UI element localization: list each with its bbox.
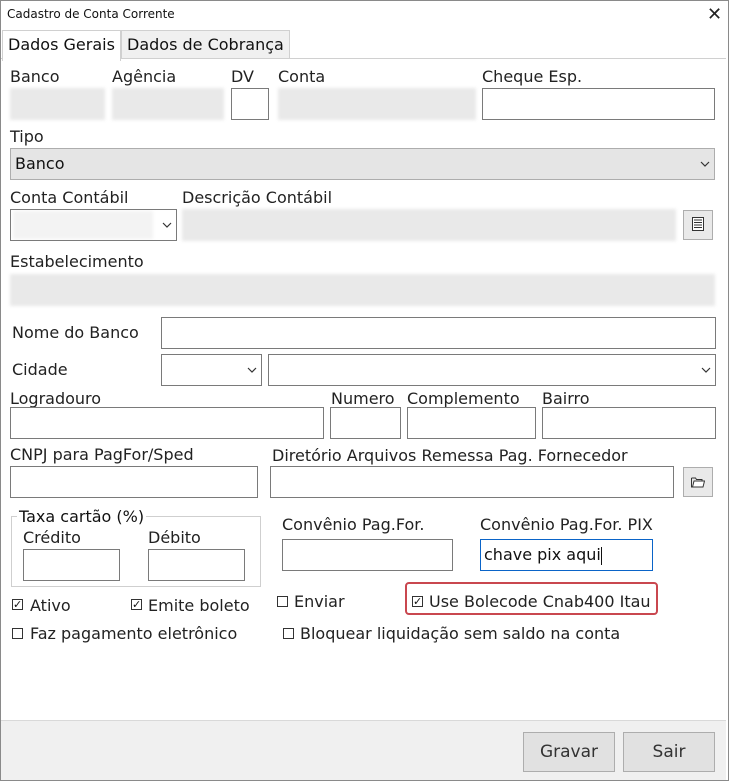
dv-field[interactable] — [231, 88, 269, 120]
label-convenio-pix: Convênio Pag.For. PIX — [480, 515, 653, 534]
logradouro-field[interactable] — [10, 407, 324, 439]
cnpj-field[interactable] — [10, 466, 258, 498]
label-conta-contabil: Conta Contábil — [10, 188, 129, 207]
uf-select[interactable] — [161, 354, 262, 386]
bloquear-label: Bloquear liquidação sem saldo na conta — [300, 624, 621, 643]
label-cheque-esp: Cheque Esp. — [482, 67, 583, 86]
banco-field[interactable] — [10, 88, 105, 120]
label-debito: Débito — [148, 528, 201, 547]
chevron-down-icon — [696, 149, 714, 179]
window-title: Cadastro de Conta Corrente — [7, 7, 175, 21]
label-dv: DV — [231, 67, 254, 86]
chevron-down-icon — [697, 355, 715, 385]
text-cursor — [600, 546, 602, 565]
taxa-cartao-title: Taxa cartão (%) — [17, 507, 147, 526]
nome-banco-field[interactable] — [161, 317, 716, 349]
cidade-select[interactable] — [268, 354, 716, 386]
conta-field[interactable] — [278, 88, 476, 120]
tab-dados-gerais[interactable]: Dados Gerais — [2, 30, 121, 61]
label-agencia: Agência — [112, 67, 177, 86]
conta-contabil-select[interactable] — [10, 209, 177, 241]
bolecode-label: Use Bolecode Cnab400 Itau — [429, 592, 651, 611]
tab-dados-cobranca[interactable]: Dados de Cobrança — [121, 30, 290, 59]
ativo-checkbox[interactable]: ✓ — [12, 599, 23, 610]
label-logradouro: Logradouro — [10, 389, 102, 408]
diretorio-field[interactable] — [270, 466, 674, 498]
browse-folder-button[interactable] — [683, 467, 713, 497]
tipo-select[interactable]: Banco — [10, 148, 715, 180]
title-bar: Cadastro de Conta Corrente ✕ — [1, 1, 728, 29]
label-estabelecimento: Estabelecimento — [10, 252, 144, 271]
enviar-checkbox[interactable] — [277, 596, 288, 607]
conta-contabil-value-blurred — [13, 211, 153, 239]
convenio-pix-value: chave pix aqui — [484, 545, 601, 564]
faz-pagamento-checkbox[interactable] — [12, 628, 23, 639]
ativo-label: Ativo — [30, 596, 71, 615]
list-icon — [692, 216, 704, 235]
descricao-contabil-field — [182, 209, 676, 241]
bolecode-checkbox[interactable]: ✓ — [412, 596, 423, 607]
faz-pagamento-label: Faz pagamento eletrônico — [30, 624, 238, 643]
chevron-down-icon — [243, 355, 261, 385]
emite-boleto-label: Emite boleto — [148, 596, 250, 615]
label-convenio-pagfor: Convênio Pag.For. — [282, 515, 425, 534]
label-conta: Conta — [278, 67, 326, 86]
cheque-esp-field[interactable] — [482, 88, 715, 120]
folder-icon — [691, 473, 706, 492]
label-numero: Numero — [331, 389, 395, 408]
list-lookup-button[interactable] — [683, 210, 713, 240]
enviar-label: Enviar — [294, 592, 345, 611]
label-diretorio: Diretório Arquivos Remessa Pag. Forneced… — [272, 446, 628, 465]
numero-field[interactable] — [330, 407, 401, 439]
footer-bar — [1, 720, 726, 780]
label-banco: Banco — [10, 67, 60, 86]
complemento-field[interactable] — [407, 407, 536, 439]
gravar-button[interactable]: Gravar — [523, 732, 615, 772]
debito-field[interactable] — [148, 549, 245, 581]
label-nome-banco: Nome do Banco — [12, 323, 139, 342]
bairro-field[interactable] — [542, 407, 716, 439]
label-tipo: Tipo — [10, 127, 44, 146]
chevron-down-icon — [158, 210, 176, 240]
credito-field[interactable] — [23, 549, 120, 581]
tipo-value: Banco — [15, 154, 65, 173]
label-cidade: Cidade — [12, 360, 68, 379]
label-descricao-contabil: Descrição Contábil — [182, 188, 333, 207]
label-credito: Crédito — [23, 528, 81, 547]
label-bairro: Bairro — [542, 389, 590, 408]
bloquear-checkbox[interactable] — [283, 628, 294, 639]
agencia-field[interactable] — [112, 88, 224, 120]
label-cnpj: CNPJ para PagFor/Sped — [10, 445, 194, 464]
convenio-pix-field[interactable]: chave pix aqui — [480, 539, 653, 571]
sair-button[interactable]: Sair — [623, 732, 715, 772]
estabelecimento-field — [10, 274, 715, 306]
emite-boleto-checkbox[interactable]: ✓ — [131, 599, 142, 610]
label-complemento: Complemento — [407, 389, 520, 408]
close-icon[interactable]: ✕ — [701, 1, 728, 29]
convenio-pagfor-field[interactable] — [282, 539, 453, 571]
